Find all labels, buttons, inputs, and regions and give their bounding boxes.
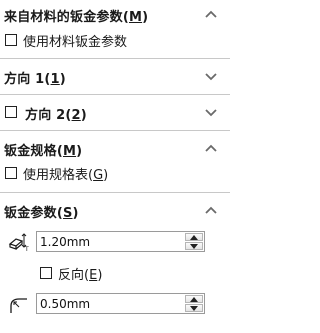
bend-radius-spinbox[interactable] xyxy=(36,293,205,314)
use-gauge-table-checkbox[interactable] xyxy=(5,167,17,179)
thickness-input[interactable] xyxy=(40,233,180,250)
bend-radius-row xyxy=(0,293,230,315)
section-header-material-params[interactable]: 来自材料的钣金参数(M) xyxy=(0,4,230,26)
section-title-direction1: 方向 1(1) xyxy=(4,72,66,87)
direction2-checkbox[interactable] xyxy=(5,106,17,118)
bend-radius-spin-buttons xyxy=(185,295,203,312)
use-material-params-label: 使用材料钣金参数 xyxy=(23,35,128,50)
chevron-down-icon[interactable] xyxy=(204,107,218,117)
thickness-icon: T1 xyxy=(8,233,29,252)
thickness-row: T1 xyxy=(0,231,230,253)
spin-up-arrow-icon xyxy=(190,297,198,302)
use-gauge-table-label: 使用规格表(G) xyxy=(23,168,109,183)
reverse-direction-label: 反向(E) xyxy=(58,268,103,283)
section-title-material-params: 来自材料的钣金参数(M) xyxy=(4,10,149,25)
property-manager-panel: 来自材料的钣金参数(M) 使用材料钣金参数 方向 1(1) 方向 2(2) 钣金… xyxy=(0,0,230,333)
thickness-increment-button[interactable] xyxy=(185,233,203,241)
chevron-up-icon[interactable] xyxy=(204,143,218,153)
spin-up-arrow-icon xyxy=(190,235,198,240)
section-divider xyxy=(0,130,230,131)
section-divider xyxy=(0,94,230,95)
spin-down-arrow-icon xyxy=(190,244,198,249)
use-material-params-checkbox[interactable] xyxy=(5,34,17,46)
bend-radius-decrement-button[interactable] xyxy=(185,304,203,312)
bend-radius-icon xyxy=(10,298,27,313)
spin-down-arrow-icon xyxy=(190,306,198,311)
thickness-spinbox[interactable] xyxy=(36,231,205,252)
bend-radius-increment-button[interactable] xyxy=(185,295,203,303)
chevron-up-icon[interactable] xyxy=(204,9,218,19)
thickness-decrement-button[interactable] xyxy=(185,242,203,250)
section-title-gauge: 钣金规格(M) xyxy=(4,144,83,159)
section-header-direction1[interactable]: 方向 1(1) xyxy=(0,66,230,88)
section-title-direction2: 方向 2(2) xyxy=(25,108,87,123)
section-header-direction2[interactable]: 方向 2(2) xyxy=(0,102,230,124)
section-header-sheet-metal-params[interactable]: 钣金参数(S) xyxy=(0,200,230,222)
bend-radius-input[interactable] xyxy=(40,295,180,312)
svg-text:T1: T1 xyxy=(24,246,29,252)
section-header-gauge[interactable]: 钣金规格(M) xyxy=(0,138,230,160)
section-divider xyxy=(0,58,230,59)
chevron-up-icon[interactable] xyxy=(204,205,218,215)
chevron-down-icon[interactable] xyxy=(204,71,218,81)
section-divider xyxy=(0,192,230,193)
thickness-spin-buttons xyxy=(185,233,203,250)
section-title-sheet-metal-params: 钣金参数(S) xyxy=(4,206,79,221)
reverse-direction-checkbox[interactable] xyxy=(40,267,52,279)
